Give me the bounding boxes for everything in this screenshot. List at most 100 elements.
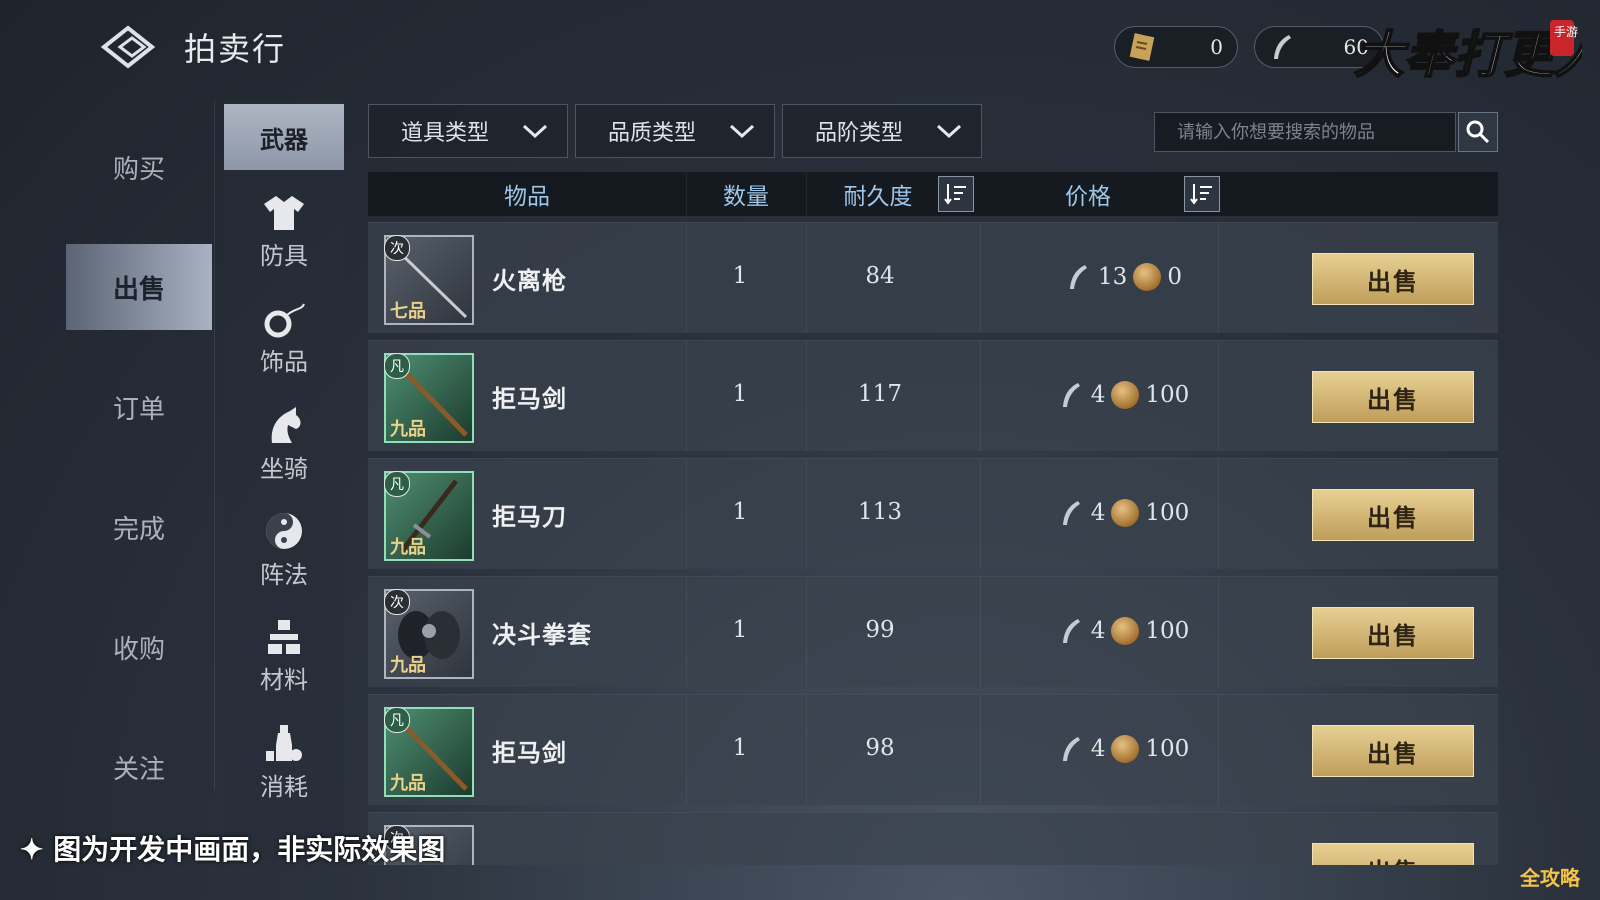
feather-coin-icon [1062, 383, 1080, 407]
sort-durability-button[interactable] [938, 176, 974, 212]
category-armor-label: 防具 [260, 241, 308, 270]
search-icon [1466, 120, 1490, 144]
category-material-label: 材料 [260, 665, 308, 694]
feather-coin-icon [1062, 737, 1080, 761]
item-name: 拒马刀 [492, 502, 567, 531]
category-material[interactable]: 材料 [224, 604, 344, 708]
category-consumable[interactable]: 消耗 [224, 710, 344, 814]
chevron-down-icon [522, 124, 548, 139]
chevron-down-icon [936, 124, 962, 139]
table-header: 物品 数量 耐久度 价格 [368, 172, 1498, 216]
item-price: 4 100 [1008, 375, 1238, 415]
category-formation-label: 阵法 [260, 560, 308, 589]
feather-coin-icon [1062, 501, 1080, 525]
search-button[interactable] [1458, 112, 1498, 152]
sell-button[interactable]: 出售 [1312, 725, 1474, 777]
tier-badge: 次 [384, 589, 410, 615]
category-weapon[interactable]: 武器 [224, 104, 344, 170]
category-armor[interactable]: 防具 [224, 180, 344, 284]
filter-quality-type[interactable]: 品质类型 [575, 104, 775, 158]
sell-button[interactable]: 出售 [1312, 489, 1474, 541]
robe-icon [264, 195, 304, 230]
page-title: 拍卖行 [184, 30, 287, 68]
left-nav: 购买 出售 订单 完成 收购 关注 [66, 100, 215, 790]
table-row: 凡 九品 拒马刀 1 113 4 100 出售 [368, 458, 1498, 569]
item-name: 决斗拳套 [492, 620, 592, 649]
item-durability: 113 [858, 499, 902, 525]
nav-buy[interactable]: 购买 [66, 124, 212, 210]
filter-grade-type[interactable]: 品阶类型 [782, 104, 982, 158]
category-accessory-label: 饰品 [260, 347, 308, 376]
sort-price-button[interactable] [1184, 176, 1220, 212]
nav-orders[interactable]: 订单 [66, 364, 212, 450]
category-mount-label: 坐骑 [260, 454, 308, 483]
currency-ticket-value: 0 [1210, 35, 1223, 59]
price-feather: 4 [1090, 736, 1106, 762]
item-durability: 117 [858, 381, 902, 407]
price-feather: 4 [1090, 618, 1106, 644]
item-qty: 1 [732, 499, 748, 525]
price-feather: 4 [1090, 500, 1106, 526]
sell-button[interactable]: 出售 [1312, 371, 1474, 423]
nav-follow[interactable]: 关注 [66, 724, 212, 810]
feather-coin-icon [1274, 35, 1291, 59]
blocks-icon [268, 619, 300, 654]
chevron-down-icon [729, 124, 755, 139]
copper-coin-icon [1133, 263, 1162, 291]
item-price: 4 100 [1008, 729, 1238, 769]
item-qty: 1 [732, 617, 748, 643]
price-copper: 100 [1145, 736, 1190, 762]
header-price: 价格 [1065, 184, 1111, 210]
category-accessory[interactable]: 饰品 [224, 286, 344, 390]
filter-item-type[interactable]: 道具类型 [368, 104, 568, 158]
item-icon-sword[interactable]: 凡 九品 [384, 707, 474, 797]
item-qty: 1 [732, 263, 748, 289]
item-qty: 1 [732, 735, 748, 761]
item-icon-gauntlet[interactable]: 次 九品 [384, 589, 474, 679]
item-icon-sword[interactable]: 凡 九品 [384, 353, 474, 443]
watermark: 全攻略 [1520, 866, 1580, 890]
nav-sell[interactable]: 出售 [66, 244, 212, 330]
header-qty: 数量 [723, 184, 769, 210]
item-durability: 84 [865, 263, 895, 289]
item-price: 4 100 [1008, 611, 1238, 651]
category-column: 武器 防具 饰品 坐骑 阵法 材料 消耗 [224, 100, 344, 860]
price-copper: 0 [1167, 264, 1182, 290]
table-row: 次 出售 [368, 812, 1498, 865]
diamond-back-icon [100, 25, 156, 69]
item-grade: 九品 [390, 655, 426, 676]
feather-coin-icon [1062, 619, 1080, 643]
item-price: 4 100 [1008, 493, 1238, 533]
filter-quality-type-label: 品质类型 [608, 121, 697, 146]
sort-icon [944, 184, 966, 205]
back-button[interactable] [96, 22, 166, 72]
category-mount[interactable]: 坐骑 [224, 392, 344, 496]
price-copper: 100 [1145, 618, 1190, 644]
item-name: 拒马剑 [492, 384, 567, 413]
category-consumable-label: 消耗 [260, 772, 308, 801]
sell-button[interactable]: 出售 [1312, 607, 1474, 659]
item-icon-blade[interactable]: 凡 九品 [384, 471, 474, 561]
search-input[interactable] [1154, 112, 1456, 152]
header-item: 物品 [504, 184, 550, 210]
header-durability: 耐久度 [843, 184, 913, 210]
copper-coin-icon [1111, 499, 1140, 527]
ticket-icon [1129, 33, 1155, 61]
price-feather: 4 [1090, 382, 1106, 408]
nav-completed[interactable]: 完成 [66, 484, 212, 570]
table-row: 次 九品 决斗拳套 1 99 4 100 出售 [368, 576, 1498, 687]
item-grade: 七品 [390, 301, 426, 322]
tier-badge: 凡 [384, 471, 410, 497]
sell-button[interactable]: 出售 [1312, 843, 1474, 865]
yin-yang-icon [266, 512, 302, 549]
filter-item-type-label: 道具类型 [401, 121, 490, 146]
table-row: 凡 九品 拒马剑 1 98 4 100 出售 [368, 694, 1498, 805]
sell-button[interactable]: 出售 [1312, 253, 1474, 305]
item-price: 13 0 [1008, 257, 1238, 297]
item-icon-spear[interactable]: 次 七品 [384, 235, 474, 325]
nav-purchase[interactable]: 收购 [66, 604, 212, 690]
category-formation[interactable]: 阵法 [224, 498, 344, 602]
item-name: 火离枪 [492, 266, 567, 295]
price-copper: 100 [1145, 382, 1190, 408]
game-logo: 大奉打更人 手游 [1352, 10, 1600, 90]
